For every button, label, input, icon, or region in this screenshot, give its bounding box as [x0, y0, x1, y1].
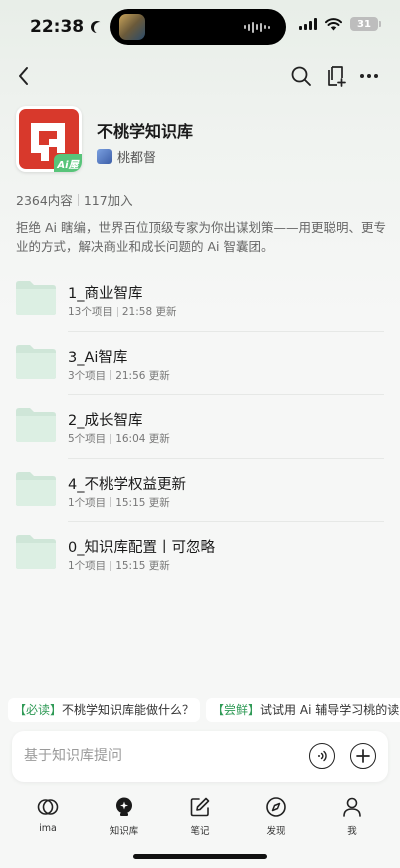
folder-item[interactable]: 2_成长智库 5个项目 16:04 更新 — [0, 395, 400, 459]
tab-label: 我 — [347, 826, 357, 837]
folder-icon — [16, 471, 56, 506]
battery-icon: 31 — [350, 17, 381, 31]
folder-name: 2_成长智库 — [68, 413, 143, 429]
voice-icon — [318, 750, 327, 762]
back-button[interactable] — [10, 62, 38, 90]
moon-icon — [94, 22, 106, 34]
audio-wave-icon — [244, 21, 270, 33]
island-avatar — [119, 14, 145, 40]
more-button[interactable] — [355, 62, 383, 90]
folder-updated-time: 16:04 更新 — [115, 433, 170, 445]
knowledge-base-header: Ai屋 不桃学知识库 桃都督 — [16, 106, 386, 176]
more-icon — [360, 74, 378, 78]
chip-text: 试试用 Ai 辅导学习桃的读 — [260, 703, 400, 717]
chip-text: 不桃学知识库能做什么？ — [62, 703, 195, 717]
tab-me[interactable]: 我 — [322, 796, 382, 840]
knowledge-base-description: 拒绝 Ai 瞎编，世界百位顶级专家为你出谋划策——用更聪明、更专业的方式，解决商… — [16, 220, 386, 254]
status-time: 22:38 — [30, 17, 102, 37]
folder-icon — [16, 535, 56, 569]
chevron-left-icon — [19, 67, 28, 85]
tab-label: 知识库 — [109, 826, 139, 837]
signal-icon — [299, 18, 317, 30]
folder-updated-time: 21:56 更新 — [115, 369, 170, 382]
folder-icon — [16, 281, 56, 315]
ima-logo-icon — [37, 799, 59, 815]
folder-name: 3_Ai智库 — [68, 349, 128, 366]
folder-item[interactable]: 3_Ai智库 3个项目 21:56 更新 — [0, 332, 400, 395]
folder-item-count: 13个项目 — [68, 306, 113, 318]
status-time-text: 22:38 — [30, 17, 85, 37]
battery-level: 31 — [357, 18, 371, 30]
ask-input[interactable] — [24, 744, 284, 768]
knowledge-base-icon — [116, 797, 132, 816]
chip-tag: 【尝鲜】 — [212, 703, 261, 717]
knowledge-base-logo: Ai屋 — [16, 106, 82, 172]
suggestion-chip[interactable]: 【必读】不桃学知识库能做什么？ — [8, 698, 201, 722]
status-bar: 22:38 31 — [0, 0, 400, 54]
folder-item[interactable]: 1_商业智库 13个项目 21:58 更新 — [0, 268, 400, 332]
content-count: 2364内容 — [16, 193, 73, 208]
folder-meta: 3个项目 21:56 更新 — [68, 368, 170, 383]
owner-avatar — [97, 149, 112, 164]
folder-meta: 1个项目 15:15 更新 — [68, 495, 170, 510]
search-icon — [291, 66, 311, 86]
status-indicators: 31 — [299, 17, 381, 31]
suggested-questions: 【必读】不桃学知识库能做什么？ 【尝鲜】试试用 Ai 辅导学习桃的读 — [8, 698, 400, 724]
add-attachment-button[interactable] — [350, 743, 376, 769]
wifi-icon — [325, 17, 342, 30]
folder-item-count: 3个项目 — [68, 369, 107, 382]
person-icon — [343, 797, 361, 817]
folder-name: 4_不桃学权益更新 — [68, 476, 186, 493]
chip-tag: 【必读】 — [14, 703, 63, 717]
folder-icon — [16, 344, 56, 379]
compass-icon — [266, 797, 286, 817]
plus-icon — [356, 749, 370, 763]
suggestion-chip[interactable]: 【尝鲜】试试用 Ai 辅导学习桃的读 — [206, 698, 400, 722]
folder-meta: 1个项目 15:15 更新 — [68, 558, 170, 573]
folder-meta: 5个项目 16:04 更新 — [68, 431, 170, 446]
tab-discover[interactable]: 发现 — [246, 796, 306, 840]
logo-badge: Ai屋 — [54, 154, 82, 172]
folder-item-count: 5个项目 — [68, 433, 107, 445]
folder-item-count: 1个项目 — [68, 496, 107, 509]
folder-list: 1_商业智库 13个项目 21:58 更新 3_Ai智库 3个项目 21:56 更新… — [0, 268, 400, 586]
folder-name: 0_知识库配置丨可忽略 — [68, 540, 215, 556]
owner-name: 桃都督 — [117, 151, 157, 166]
search-button[interactable] — [287, 62, 315, 90]
folder-updated-time: 15:15 更新 — [115, 560, 170, 572]
note-edit-icon — [190, 797, 210, 817]
knowledge-base-title: 不桃学知识库 — [97, 122, 194, 141]
folder-item[interactable]: 4_不桃学权益更新 1个项目 15:15 更新 — [0, 459, 400, 522]
add-to-collection-icon — [328, 66, 346, 87]
owner-link[interactable]: 桃都督 — [97, 147, 156, 166]
folder-item-count: 1个项目 — [68, 560, 107, 572]
folder-name: 1_商业智库 — [68, 286, 143, 302]
folder-icon — [16, 408, 56, 442]
add-to-collection-button[interactable] — [321, 62, 349, 90]
tab-label: 发现 — [266, 826, 286, 837]
folder-meta: 13个项目 21:58 更新 — [68, 304, 176, 319]
home-indicator — [133, 854, 267, 859]
tab-label: 笔记 — [190, 826, 210, 837]
tab-ima[interactable]: ima — [18, 796, 78, 840]
folder-updated-time: 15:15 更新 — [115, 496, 170, 509]
dynamic-island — [110, 9, 286, 45]
join-count: 117加入 — [83, 193, 133, 208]
knowledge-base-stats: 2364内容 117加入 — [16, 190, 133, 209]
folder-item[interactable]: 0_知识库配置丨可忽略 1个项目 15:15 更新 — [0, 522, 400, 586]
tab-knowledge-base[interactable]: 知识库 — [94, 796, 154, 840]
tab-label: ima — [39, 823, 57, 834]
tab-notes[interactable]: 笔记 — [170, 796, 230, 840]
ask-box — [12, 731, 388, 782]
tab-bar: ima 知识库 笔记 发现 我 — [0, 796, 400, 840]
voice-input-button[interactable] — [309, 743, 335, 769]
folder-updated-time: 21:58 更新 — [121, 306, 177, 318]
nav-bar — [0, 58, 400, 94]
